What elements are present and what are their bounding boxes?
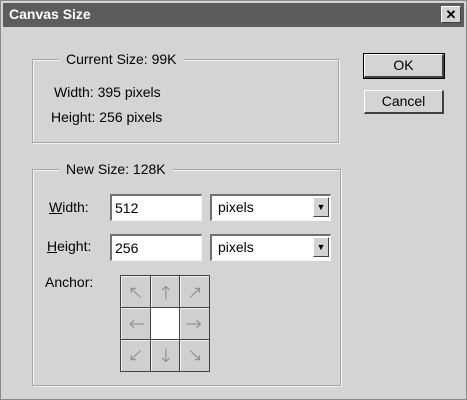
current-width-text: Width: 395 pixels [54, 84, 161, 100]
close-button[interactable]: ✕ [441, 6, 461, 23]
width-label: Width: [49, 199, 89, 215]
close-icon: ✕ [445, 7, 457, 22]
current-height-text: Height: 256 pixels [51, 109, 163, 125]
arrow-up-right-icon [190, 287, 201, 298]
width-input[interactable]: 512 [110, 194, 202, 221]
arrow-down-left-icon [130, 350, 141, 361]
current-size-group: Current Size: 99K [32, 51, 339, 143]
anchor-cell-bottom-left[interactable] [121, 340, 150, 371]
canvas-size-dialog: Canvas Size ✕ Current Size: 99K Width: 3… [0, 0, 467, 400]
title-bar[interactable]: Canvas Size ✕ [3, 3, 464, 27]
ok-button[interactable]: OK [363, 53, 445, 79]
cancel-button[interactable]: Cancel [364, 90, 444, 114]
height-unit-select[interactable]: pixels ▼ [210, 234, 331, 261]
anchor-cell-left[interactable] [121, 308, 150, 339]
chevron-down-icon[interactable]: ▼ [313, 237, 329, 257]
dialog-title: Canvas Size [9, 6, 91, 22]
current-size-title: Current Size: 99K [59, 51, 184, 67]
anchor-grid [120, 275, 210, 372]
height-input[interactable]: 256 [110, 234, 202, 261]
anchor-label: Anchor: [45, 274, 94, 290]
arrow-up-left-icon [130, 287, 141, 298]
arrow-down-icon [161, 348, 170, 363]
arrow-left-icon [129, 319, 145, 329]
cancel-label: Cancel [381, 93, 426, 109]
width-unit-select[interactable]: pixels ▼ [210, 194, 331, 221]
ok-label: OK [393, 57, 414, 73]
anchor-cell-bottom-right[interactable] [180, 340, 209, 371]
height-unit-value: pixels [218, 239, 254, 255]
anchor-cell-center[interactable] [150, 308, 180, 339]
arrow-up-icon [161, 285, 170, 300]
height-label: Height: [47, 238, 92, 254]
width-unit-value: pixels [218, 199, 254, 215]
anchor-cell-top-left[interactable] [121, 276, 150, 307]
anchor-cell-right[interactable] [180, 308, 209, 339]
arrow-down-right-icon [190, 350, 201, 361]
chevron-down-icon[interactable]: ▼ [313, 197, 329, 217]
anchor-cell-bottom[interactable] [150, 340, 180, 371]
anchor-cell-top[interactable] [150, 276, 180, 307]
arrow-right-icon [186, 319, 202, 329]
anchor-cell-top-right[interactable] [180, 276, 209, 307]
new-size-title: New Size: 128K [59, 161, 173, 177]
